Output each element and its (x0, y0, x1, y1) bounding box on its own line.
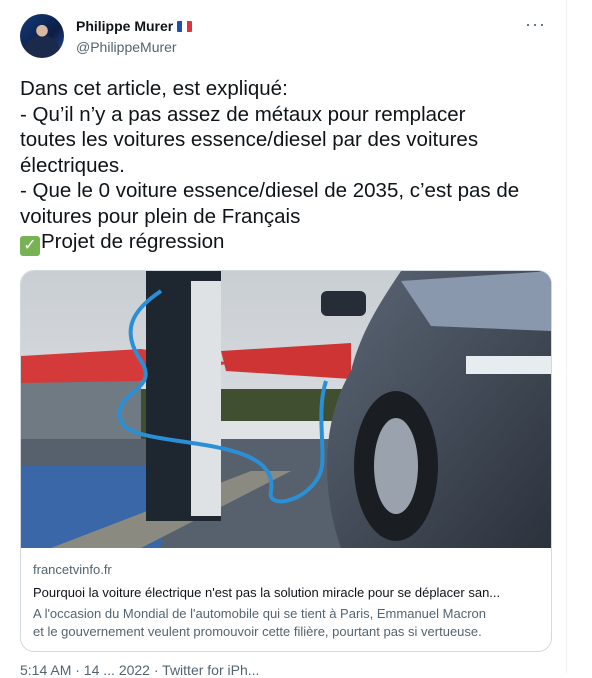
tweet-line: - Qu’il n’y a pas assez de métaux pour r… (20, 102, 466, 126)
tweet-line: voitures pour plein de Français (20, 204, 301, 228)
column-border (566, 0, 567, 673)
card-description-line: A l'occasion du Mondial de l'automobile … (33, 606, 486, 621)
tweet-line: toutes les voitures essence/diesel par d… (20, 128, 479, 151)
tweet-timestamp[interactable]: 5:14 AM · 14 ... 2022 · Twitter for iPh.… (20, 662, 259, 678)
tweet-line-last-text: Projet de régression (41, 230, 225, 253)
tweet-line: électriques. (20, 153, 125, 177)
tweet-header: Philippe Murer @PhilippeMurer ··· (20, 14, 552, 62)
author-handle[interactable]: @PhilippeMurer (76, 39, 177, 55)
tweet-text: Dans cet article, est expliqué: - Qu’il … (20, 76, 560, 256)
card-domain: francetvinfo.fr (33, 562, 112, 577)
card-description: A l'occasion du Mondial de l'automobile … (33, 605, 543, 641)
link-preview-card[interactable]: francetvinfo.fr Pourquoi la voiture élec… (20, 270, 552, 652)
tweet-line-last: ✓ Projet de régression (20, 229, 560, 256)
tweet-line: Dans cet article, est expliqué: (20, 77, 288, 100)
card-description-line: et le gouvernement veulent promouvoir ce… (33, 624, 482, 639)
card-image[interactable] (21, 271, 551, 548)
more-dots-icon[interactable]: ··· (525, 14, 546, 35)
check-mark-button-icon: ✓ (20, 236, 40, 256)
card-meta[interactable]: francetvinfo.fr Pourquoi la voiture élec… (33, 561, 543, 641)
author-name-row[interactable]: Philippe Murer (76, 18, 193, 34)
author-name[interactable]: Philippe Murer (76, 18, 173, 34)
tweet-line: - Que le 0 voiture essence/diesel de 203… (20, 179, 520, 202)
france-flag-icon (177, 21, 193, 32)
avatar[interactable] (20, 14, 64, 58)
card-title[interactable]: Pourquoi la voiture électrique n'est pas… (33, 584, 543, 602)
